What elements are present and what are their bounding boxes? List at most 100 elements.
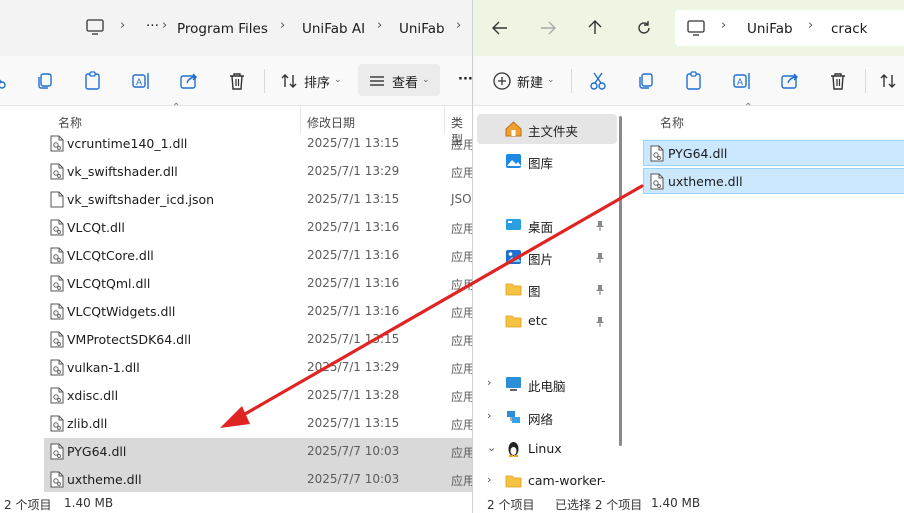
- sort-icon[interactable]: [877, 70, 899, 92]
- folder-icon: [505, 313, 522, 329]
- new-button[interactable]: 新建: [517, 72, 543, 91]
- delete-icon[interactable]: [226, 70, 248, 92]
- file-date: 2025/7/1 13:16: [307, 276, 400, 290]
- chevron-right-icon: ›: [280, 18, 286, 33]
- more-options-button[interactable]: ···: [458, 72, 472, 87]
- left-status-bar: 2 个项目 1.40 MB: [0, 492, 472, 513]
- file-row[interactable]: xdisc.dll 2025/7/1 13:28 应用: [44, 382, 472, 410]
- cut-icon[interactable]: [0, 70, 10, 92]
- left-explorer-window: › ··· › Program Files › UniFab AI › UniF…: [0, 0, 472, 513]
- new-plus-icon[interactable]: [491, 70, 513, 92]
- breadcrumb-unifab[interactable]: UniFab: [747, 21, 793, 37]
- file-row[interactable]: vulkan-1.dll 2025/7/1 13:29 应用: [44, 354, 472, 382]
- rename-icon[interactable]: A: [731, 70, 753, 92]
- left-address-bar: › ··· › Program Files › UniFab AI › UniF…: [0, 0, 472, 56]
- file-row[interactable]: vk_swiftshader.dll 2025/7/1 13:29 应用: [44, 158, 472, 186]
- chevron-right-icon[interactable]: ›: [487, 473, 491, 486]
- forward-arrow-icon[interactable]: [539, 19, 557, 37]
- file-name: VLCQt.dll: [67, 220, 125, 235]
- view-list-icon: [366, 70, 388, 92]
- right-nav-scrollbar[interactable]: [619, 116, 622, 446]
- chevron-down-icon: ⌄: [422, 75, 430, 85]
- chevron-down-icon[interactable]: ⌄: [487, 441, 496, 454]
- paste-icon[interactable]: [683, 70, 705, 92]
- nav-item-label: 此电脑: [528, 379, 566, 394]
- dll-file-icon: [50, 135, 64, 152]
- nav-item[interactable]: 主文件夹: [477, 114, 617, 144]
- nav-item[interactable]: ⌄ Linux: [477, 434, 617, 464]
- delete-icon[interactable]: [827, 70, 849, 92]
- file-row[interactable]: uxtheme.dll: [643, 168, 904, 194]
- file-name: VLCQtCore.dll: [67, 248, 154, 263]
- chevron-right-icon: ›: [377, 18, 383, 33]
- sort-button[interactable]: 排序: [304, 72, 330, 91]
- nav-item[interactable]: 图: [477, 274, 617, 304]
- file-type: 应用: [451, 390, 472, 404]
- file-row[interactable]: PYG64.dll: [643, 140, 904, 166]
- view-button-label: 查看: [392, 76, 419, 91]
- file-row[interactable]: uxtheme.dll 2025/7/7 10:03 应用: [44, 466, 472, 494]
- dll-file-icon: [50, 275, 64, 292]
- breadcrumb-unifab-ai[interactable]: UniFab AI: [302, 21, 365, 37]
- right-status-bar: 2 个项目 已选择 2 个项目 1.40 MB: [473, 492, 904, 513]
- file-name: vulkan-1.dll: [67, 360, 140, 375]
- sort-icon[interactable]: [278, 70, 300, 92]
- rename-icon[interactable]: A: [130, 70, 152, 92]
- copy-icon[interactable]: [34, 70, 56, 92]
- breadcrumb-crack[interactable]: crack: [831, 21, 868, 37]
- breadcrumb-more[interactable]: ···: [146, 18, 159, 34]
- file-row[interactable]: VLCQt.dll 2025/7/1 13:16 应用: [44, 214, 472, 242]
- this-pc-icon[interactable]: [687, 19, 705, 37]
- breadcrumb-unifab[interactable]: UniFab: [399, 21, 445, 37]
- svg-text:A: A: [136, 77, 142, 87]
- nav-item[interactable]: 桌面: [477, 210, 617, 240]
- nav-item[interactable]: 图库: [477, 146, 617, 176]
- cut-icon[interactable]: [587, 70, 609, 92]
- view-button[interactable]: 查看 ⌄: [358, 64, 440, 96]
- file-row[interactable]: vcruntime140_1.dll 2025/7/1 13:15 应用: [44, 130, 472, 158]
- sort-ascending-icon: ⌃: [172, 102, 181, 113]
- up-arrow-icon[interactable]: [586, 18, 604, 36]
- breadcrumb-program-files[interactable]: Program Files: [177, 21, 268, 37]
- chevron-right-icon[interactable]: ›: [487, 409, 491, 422]
- column-header-date[interactable]: 修改日期: [307, 114, 355, 131]
- selection-size: 1.40 MB: [64, 496, 114, 510]
- back-arrow-icon[interactable]: [491, 19, 509, 37]
- refresh-icon[interactable]: [635, 19, 653, 37]
- pin-icon: [595, 284, 605, 295]
- file-type: 应用: [451, 446, 472, 460]
- dll-file-icon: [50, 331, 64, 348]
- file-row[interactable]: VLCQtCore.dll 2025/7/1 13:16 应用: [44, 242, 472, 270]
- nav-item[interactable]: › 此电脑: [477, 369, 617, 399]
- file-name: vk_swiftshader_icd.json: [67, 192, 215, 207]
- file-date: 2025/7/1 13:16: [307, 248, 400, 262]
- file-row[interactable]: VMProtectSDK64.dll 2025/7/1 13:15 应用: [44, 326, 472, 354]
- right-address-bar: › UniFab › crack: [473, 0, 904, 56]
- dll-file-icon: [50, 359, 64, 376]
- file-row[interactable]: VLCQtWidgets.dll 2025/7/1 13:16 应用: [44, 298, 472, 326]
- copy-icon[interactable]: [635, 70, 657, 92]
- sort-ascending-icon: ⌃: [744, 102, 753, 113]
- file-name: PYG64.dll: [668, 146, 728, 161]
- column-header-name[interactable]: 名称: [660, 114, 684, 131]
- file-row[interactable]: zlib.dll 2025/7/1 13:15 应用: [44, 410, 472, 438]
- column-header-name[interactable]: 名称: [58, 114, 82, 131]
- nav-item[interactable]: etc: [477, 306, 617, 336]
- file-date: 2025/7/1 13:29: [307, 164, 400, 178]
- paste-icon[interactable]: [82, 70, 104, 92]
- share-icon[interactable]: [178, 70, 200, 92]
- nav-item-label: 图库: [528, 156, 554, 171]
- share-icon[interactable]: [779, 70, 801, 92]
- file-row[interactable]: PYG64.dll 2025/7/7 10:03 应用: [44, 438, 472, 466]
- file-row[interactable]: vk_swiftshader_icd.json 2025/7/1 13:15 JSO: [44, 186, 472, 214]
- nav-item[interactable]: › 网络: [477, 402, 617, 432]
- chevron-right-icon[interactable]: ›: [487, 376, 491, 389]
- file-row[interactable]: VLCQtQml.dll 2025/7/1 13:16 应用: [44, 270, 472, 298]
- dll-file-icon: [50, 303, 64, 320]
- nav-item[interactable]: 图片: [477, 242, 617, 272]
- file-date: 2025/7/1 13:16: [307, 304, 400, 318]
- this-pc-icon[interactable]: [86, 18, 104, 36]
- right-breadcrumb-box[interactable]: › UniFab › crack: [675, 10, 904, 46]
- dll-file-icon: [50, 387, 64, 404]
- file-type: 应用: [451, 138, 472, 152]
